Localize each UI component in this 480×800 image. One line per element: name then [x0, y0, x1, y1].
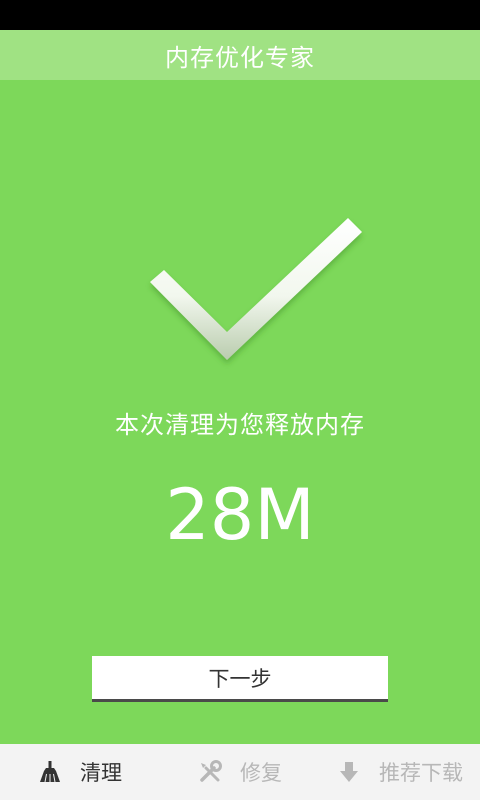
- nav-item-clean[interactable]: 清理: [0, 744, 160, 800]
- checkmark-icon: [150, 218, 362, 360]
- wrench-screwdriver-icon: [200, 760, 222, 782]
- result-panel: 本次清理为您释放内存 28M 下一步: [0, 80, 480, 744]
- broom-icon: [40, 761, 60, 783]
- release-message: 本次清理为您释放内存: [115, 411, 365, 439]
- next-step-button[interactable]: 下一步: [92, 656, 388, 702]
- status-bar: [0, 0, 480, 30]
- download-arrow-icon: [340, 762, 358, 782]
- nav-item-recommended-downloads[interactable]: 推荐下载: [320, 744, 480, 800]
- bottom-nav: 清理 修复 推荐下载: [0, 744, 480, 800]
- title-bar: 内存优化专家: [0, 30, 480, 80]
- nav-label-recommended-downloads: 推荐下载: [379, 761, 463, 785]
- nav-label-clean: 清理: [80, 761, 122, 785]
- released-amount: 28M: [165, 474, 315, 556]
- nav-label-repair: 修复: [240, 761, 282, 785]
- page-title: 内存优化专家: [165, 43, 315, 72]
- nav-item-repair[interactable]: 修复: [160, 744, 320, 800]
